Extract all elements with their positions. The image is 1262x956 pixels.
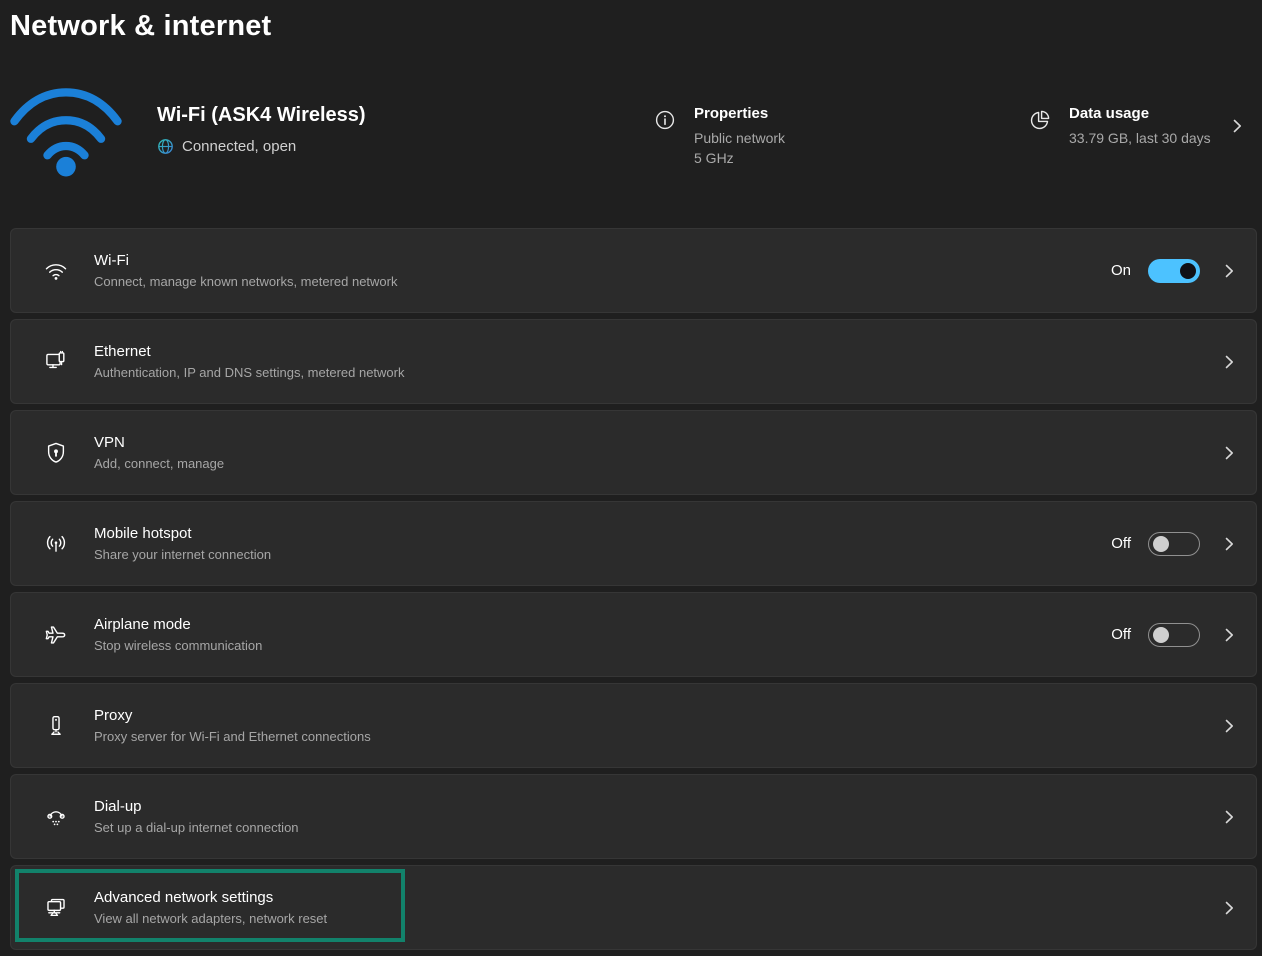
row-dialup[interactable]: Dial-up Set up a dial-up internet connec… (10, 774, 1257, 859)
chevron-right-icon (1221, 900, 1237, 916)
hotspot-icon (43, 531, 69, 557)
wifi-icon (43, 258, 69, 284)
connection-status: Connected, open (182, 138, 296, 155)
row-title: Dial-up (94, 798, 299, 815)
mobile-hotspot-toggle[interactable] (1148, 532, 1200, 556)
chevron-right-icon (1221, 718, 1237, 734)
row-ethernet[interactable]: Ethernet Authentication, IP and DNS sett… (10, 319, 1257, 404)
row-subtitle: Share your internet connection (94, 547, 271, 562)
toggle-state-label: Off (1111, 535, 1131, 552)
row-airplane-mode[interactable]: Airplane mode Stop wireless communicatio… (10, 592, 1257, 677)
row-title: Advanced network settings (94, 889, 327, 906)
chevron-right-icon (1221, 536, 1237, 552)
row-subtitle: Set up a dial-up internet connection (94, 820, 299, 835)
chevron-right-icon (1229, 118, 1245, 134)
row-advanced-network-settings[interactable]: Advanced network settings View all netwo… (10, 865, 1257, 950)
connection-hero: Wi-Fi (ASK4 Wireless) Connected, open (0, 62, 1262, 212)
row-title: Mobile hotspot (94, 525, 271, 542)
row-title: Ethernet (94, 343, 404, 360)
page-title: Network & internet (10, 10, 271, 43)
row-subtitle: Proxy server for Wi-Fi and Ethernet conn… (94, 729, 371, 744)
row-title: Proxy (94, 707, 371, 724)
chevron-right-icon (1221, 445, 1237, 461)
advanced-network-icon (43, 895, 69, 921)
settings-list: Wi-Fi Connect, manage known networks, me… (10, 228, 1257, 956)
chevron-right-icon (1221, 263, 1237, 279)
properties-title: Properties (694, 105, 785, 122)
properties-band: 5 GHz (694, 148, 785, 168)
properties-link[interactable]: Properties Public network 5 GHz (653, 105, 785, 168)
info-icon (653, 108, 677, 168)
row-vpn[interactable]: VPN Add, connect, manage (10, 410, 1257, 495)
airplane-mode-toggle[interactable] (1148, 623, 1200, 647)
row-subtitle: Authentication, IP and DNS settings, met… (94, 365, 404, 380)
wifi-connected-icon (8, 80, 124, 178)
properties-network-type: Public network (694, 128, 785, 148)
dialup-phone-icon (43, 804, 69, 830)
row-subtitle: Connect, manage known networks, metered … (94, 274, 398, 289)
data-usage-value: 33.79 GB, last 30 days (1069, 128, 1211, 148)
row-title: Airplane mode (94, 616, 262, 633)
toggle-state-label: Off (1111, 626, 1131, 643)
row-mobile-hotspot[interactable]: Mobile hotspot Share your internet conne… (10, 501, 1257, 586)
data-usage-link[interactable]: Data usage 33.79 GB, last 30 days (1028, 105, 1211, 148)
row-subtitle: View all network adapters, network reset (94, 911, 327, 926)
globe-icon (157, 138, 174, 155)
airplane-icon (43, 622, 69, 648)
chevron-right-icon (1221, 354, 1237, 370)
pie-chart-icon (1028, 108, 1052, 148)
row-proxy[interactable]: Proxy Proxy server for Wi-Fi and Etherne… (10, 683, 1257, 768)
wifi-toggle[interactable] (1148, 259, 1200, 283)
connection-name: Wi-Fi (ASK4 Wireless) (157, 104, 366, 127)
row-subtitle: Add, connect, manage (94, 456, 224, 471)
proxy-server-icon (43, 713, 69, 739)
row-title: Wi-Fi (94, 252, 398, 269)
data-usage-title: Data usage (1069, 105, 1211, 122)
row-wifi[interactable]: Wi-Fi Connect, manage known networks, me… (10, 228, 1257, 313)
vpn-shield-icon (43, 440, 69, 466)
chevron-right-icon (1221, 809, 1237, 825)
row-title: VPN (94, 434, 224, 451)
ethernet-icon (43, 349, 69, 375)
chevron-right-icon (1221, 627, 1237, 643)
row-subtitle: Stop wireless communication (94, 638, 262, 653)
toggle-state-label: On (1111, 262, 1131, 279)
